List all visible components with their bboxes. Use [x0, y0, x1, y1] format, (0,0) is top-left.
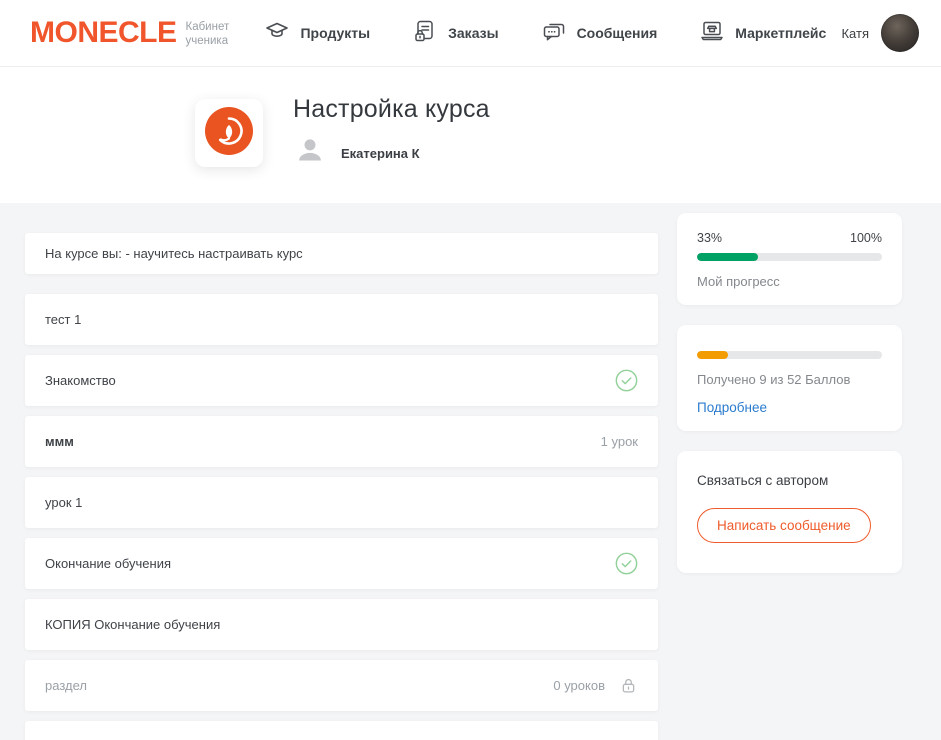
points-progress-fill [697, 351, 728, 359]
list-item-kopiya-okonchanie[interactable]: КОПИЯ Окончание обучения [25, 599, 658, 650]
points-label: Получено 9 из 52 Баллов [697, 372, 882, 387]
logo-text: MONECLE [30, 16, 177, 50]
nav-label-products: Продукты [300, 25, 370, 41]
completed-check-icon [601, 369, 638, 392]
author-row[interactable]: Екатерина К [293, 134, 490, 173]
marketplace-icon [699, 18, 725, 49]
user-menu[interactable]: Катя [841, 14, 919, 52]
nav-item-marketplace[interactable]: Маркетплейс [699, 18, 826, 49]
nav-item-orders[interactable]: Заказы [412, 18, 498, 49]
lesson-title: На курсе вы: - научитесь настраивать кур… [45, 246, 638, 261]
orders-icon [412, 18, 438, 49]
messages-icon [541, 18, 567, 49]
list-item-course-description[interactable]: На курсе вы: - научитесь настраивать кур… [25, 233, 658, 274]
nav-label-orders: Заказы [448, 25, 498, 41]
list-item-razdel[interactable]: раздел 0 уроков [25, 660, 658, 711]
main-content: На курсе вы: - научитесь настраивать кур… [0, 203, 941, 740]
sidebar: 33% 100% Мой прогресс Получено 9 из 52 Б… [677, 213, 902, 740]
lesson-title: урок 1 [45, 495, 638, 510]
nav-label-marketplace: Маркетплейс [735, 25, 826, 41]
course-progress-fill [697, 253, 758, 261]
list-item-test-1[interactable]: тест 1 [25, 294, 658, 345]
write-message-button[interactable]: Написать сообщение [697, 508, 871, 543]
user-name: Катя [841, 26, 869, 41]
user-avatar[interactable] [881, 14, 919, 52]
nav-label-messages: Сообщения [577, 25, 658, 41]
points-card: Получено 9 из 52 Баллов Подробнее [677, 325, 902, 431]
points-details-link[interactable]: Подробнее [697, 400, 882, 415]
lesson-title: Окончание обучения [45, 556, 601, 571]
graduation-cap-icon [264, 18, 290, 49]
contact-title: Связаться с автором [697, 473, 882, 488]
contact-card: Связаться с автором Написать сообщение [677, 451, 902, 573]
progress-current: 33% [697, 231, 722, 245]
course-logo-card [195, 99, 263, 167]
logo-subtitle: Кабинет ученика [186, 17, 230, 49]
lesson-count: 0 уроков [553, 678, 605, 693]
progress-percent-row: 33% 100% [697, 231, 882, 245]
list-item-partial[interactable] [25, 721, 658, 740]
lesson-title: раздел [45, 678, 539, 693]
lesson-title: КОПИЯ Окончание обучения [45, 617, 638, 632]
logo[interactable]: MONECLE Кабинет ученика [30, 16, 229, 50]
course-header: Настройка курса Екатерина К [0, 67, 941, 203]
lesson-title: Знакомство [45, 373, 601, 388]
progress-label: Мой прогресс [697, 274, 882, 289]
lesson-count: 1 урок [601, 434, 638, 449]
page-title: Настройка курса [293, 95, 490, 124]
lesson-list: На курсе вы: - научитесь настраивать кур… [25, 233, 658, 740]
course-flame-leaf-icon [205, 107, 253, 160]
completed-check-icon [601, 552, 638, 575]
lock-icon [605, 676, 638, 695]
list-item-znakomstvo[interactable]: Знакомство [25, 355, 658, 406]
points-progress-bar [697, 351, 882, 359]
course-progress-bar [697, 253, 882, 261]
top-navigation: Продукты Заказы [259, 18, 831, 49]
topbar: MONECLE Кабинет ученика Продукты [0, 0, 941, 67]
nav-item-messages[interactable]: Сообщения [541, 18, 658, 49]
list-item-okonchanie[interactable]: Окончание обучения [25, 538, 658, 589]
nav-item-products[interactable]: Продукты [264, 18, 370, 49]
lesson-title: тест 1 [45, 312, 638, 327]
author-avatar-icon [293, 134, 327, 173]
progress-card: 33% 100% Мой прогресс [677, 213, 902, 305]
author-name: Екатерина К [341, 146, 420, 161]
lesson-title: ммм [45, 434, 587, 449]
course-header-text: Настройка курса Екатерина К [293, 95, 490, 203]
progress-max: 100% [850, 231, 882, 245]
list-item-urok-1[interactable]: урок 1 [25, 477, 658, 528]
list-item-mmm[interactable]: ммм 1 урок [25, 416, 658, 467]
